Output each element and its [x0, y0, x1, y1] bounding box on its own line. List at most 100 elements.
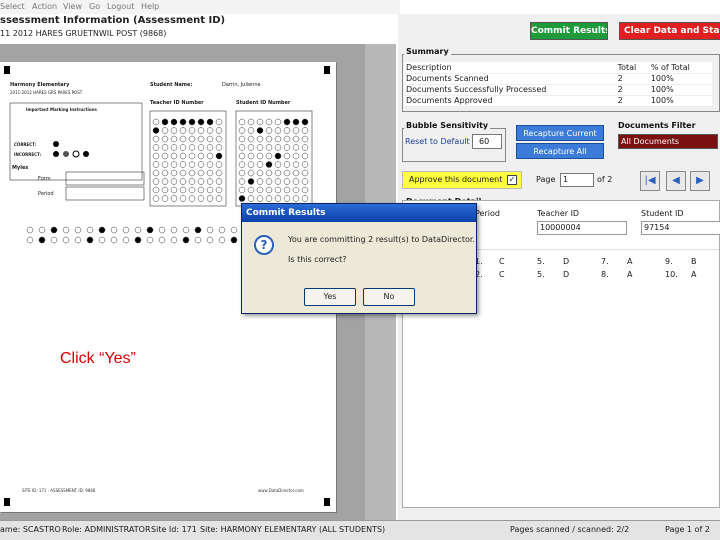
bubble — [170, 186, 178, 194]
bubble — [197, 195, 205, 202]
menu-view[interactable]: View — [63, 2, 82, 11]
approve-checkbox[interactable]: ✓ — [507, 175, 517, 185]
answer-bubble — [218, 226, 226, 234]
sheet-correct-label: CORRECT: — [14, 142, 37, 147]
answer-value[interactable]: A — [627, 257, 632, 266]
answer-bubble — [26, 236, 34, 244]
approve-document-toggle[interactable]: Approve this document ✓ — [402, 171, 522, 189]
bubble — [161, 178, 169, 185]
reset-default-link[interactable]: Reset to Default — [405, 137, 470, 146]
bubble — [179, 178, 187, 185]
sheet-student-name: Darrin, Julienne — [222, 82, 261, 88]
answer-value[interactable]: D — [563, 270, 569, 279]
answer-value[interactable]: A — [691, 270, 696, 279]
clear-data-button[interactable]: Clear Data and Start Over — [619, 22, 720, 40]
bubble — [206, 118, 214, 126]
dialog-title: Commit Results — [242, 204, 476, 222]
bubble — [170, 178, 178, 185]
student-id-label: Student ID — [641, 209, 684, 218]
answer-bubble — [122, 226, 130, 234]
bubble — [247, 178, 255, 185]
bubble — [283, 118, 291, 126]
recapture-current-button[interactable]: Recapture Current — [516, 125, 604, 141]
menu-help[interactable]: Help — [141, 2, 159, 11]
bubble — [215, 178, 223, 185]
bubble — [197, 169, 205, 177]
bubble — [170, 152, 178, 160]
bubble-sensitivity-title: Bubble Sensitivity — [404, 121, 491, 130]
menu-action[interactable]: Action — [32, 2, 57, 11]
table-row: Documents Scanned 2 100% — [404, 73, 712, 85]
documents-filter-select[interactable]: All Documents — [618, 134, 718, 149]
answer-value[interactable]: D — [563, 257, 569, 266]
bubble — [188, 161, 196, 168]
bubble — [256, 186, 264, 194]
bubble — [292, 186, 300, 194]
bubble — [179, 186, 187, 194]
yes-button[interactable]: Yes — [304, 288, 356, 306]
bubble — [170, 161, 178, 168]
bubble — [265, 195, 273, 202]
summary-cell: 100% — [648, 73, 712, 85]
answer-value[interactable]: C — [499, 270, 505, 279]
answer-bubble — [86, 236, 94, 244]
first-page-icon[interactable]: |◀ — [640, 171, 660, 191]
answer-bubble — [50, 236, 58, 244]
answer-value[interactable]: C — [499, 257, 505, 266]
bubble — [256, 169, 264, 177]
sensitivity-spinner[interactable]: 60 — [472, 134, 502, 149]
answer-bubble — [86, 226, 94, 234]
bubble — [274, 135, 282, 143]
answer-bubble — [26, 226, 34, 234]
menu-select[interactable]: Select — [0, 2, 25, 11]
student-id-field[interactable]: 97154 — [641, 221, 720, 235]
teacher-id-label: Teacher ID — [537, 209, 580, 218]
sheet-myles-label: Myles — [12, 165, 29, 171]
page-number-input[interactable]: 1 — [560, 173, 594, 187]
answer-value[interactable]: B — [691, 257, 697, 266]
bubble — [206, 127, 214, 134]
bubble — [265, 118, 273, 126]
menu-go[interactable]: Go — [89, 2, 100, 11]
dialog-message: You are committing 2 result(s) to DataDi… — [288, 235, 475, 244]
bubble — [274, 195, 282, 202]
summary-cell: 2 — [615, 73, 649, 85]
answer-bubble — [194, 236, 202, 244]
summary-header-description: Description — [404, 62, 616, 74]
no-button[interactable]: No — [363, 288, 415, 306]
bubble — [170, 144, 178, 151]
bubble — [215, 135, 223, 143]
next-page-icon[interactable]: ▶ — [690, 171, 710, 191]
bubble — [256, 152, 264, 160]
bubble — [283, 152, 291, 160]
commit-results-button[interactable]: Commit Results — [530, 22, 608, 40]
answer-bubble — [38, 236, 46, 244]
bubble — [292, 135, 300, 143]
bubble — [256, 144, 264, 151]
bubble — [152, 186, 160, 194]
menu-logout[interactable]: Logout — [107, 2, 134, 11]
bubble — [152, 135, 160, 143]
answer-value[interactable]: A — [627, 270, 632, 279]
bubble — [265, 127, 273, 134]
bubble — [161, 135, 169, 143]
sheet-period-label: Period — [38, 191, 54, 197]
status-role: Role: ADMINISTRATOR — [62, 525, 151, 534]
recapture-all-button[interactable]: Recapture All — [516, 143, 604, 159]
prev-page-icon[interactable]: ◀ — [666, 171, 686, 191]
teacher-id-field[interactable]: 10000004 — [537, 221, 627, 235]
bubble — [247, 152, 255, 160]
answer-bubble — [230, 226, 238, 234]
bubble — [256, 195, 264, 202]
bubble — [188, 186, 196, 194]
bubble — [152, 178, 160, 185]
svg-text:www.DataDirector.com: www.DataDirector.com — [258, 488, 304, 493]
bubble — [265, 161, 273, 168]
bubble — [274, 178, 282, 185]
table-row: Documents Approved 2 100% — [404, 95, 712, 107]
bubble — [274, 152, 282, 160]
bubble — [215, 161, 223, 168]
bubble — [215, 144, 223, 151]
bubble — [152, 127, 160, 134]
bubble — [283, 135, 291, 143]
